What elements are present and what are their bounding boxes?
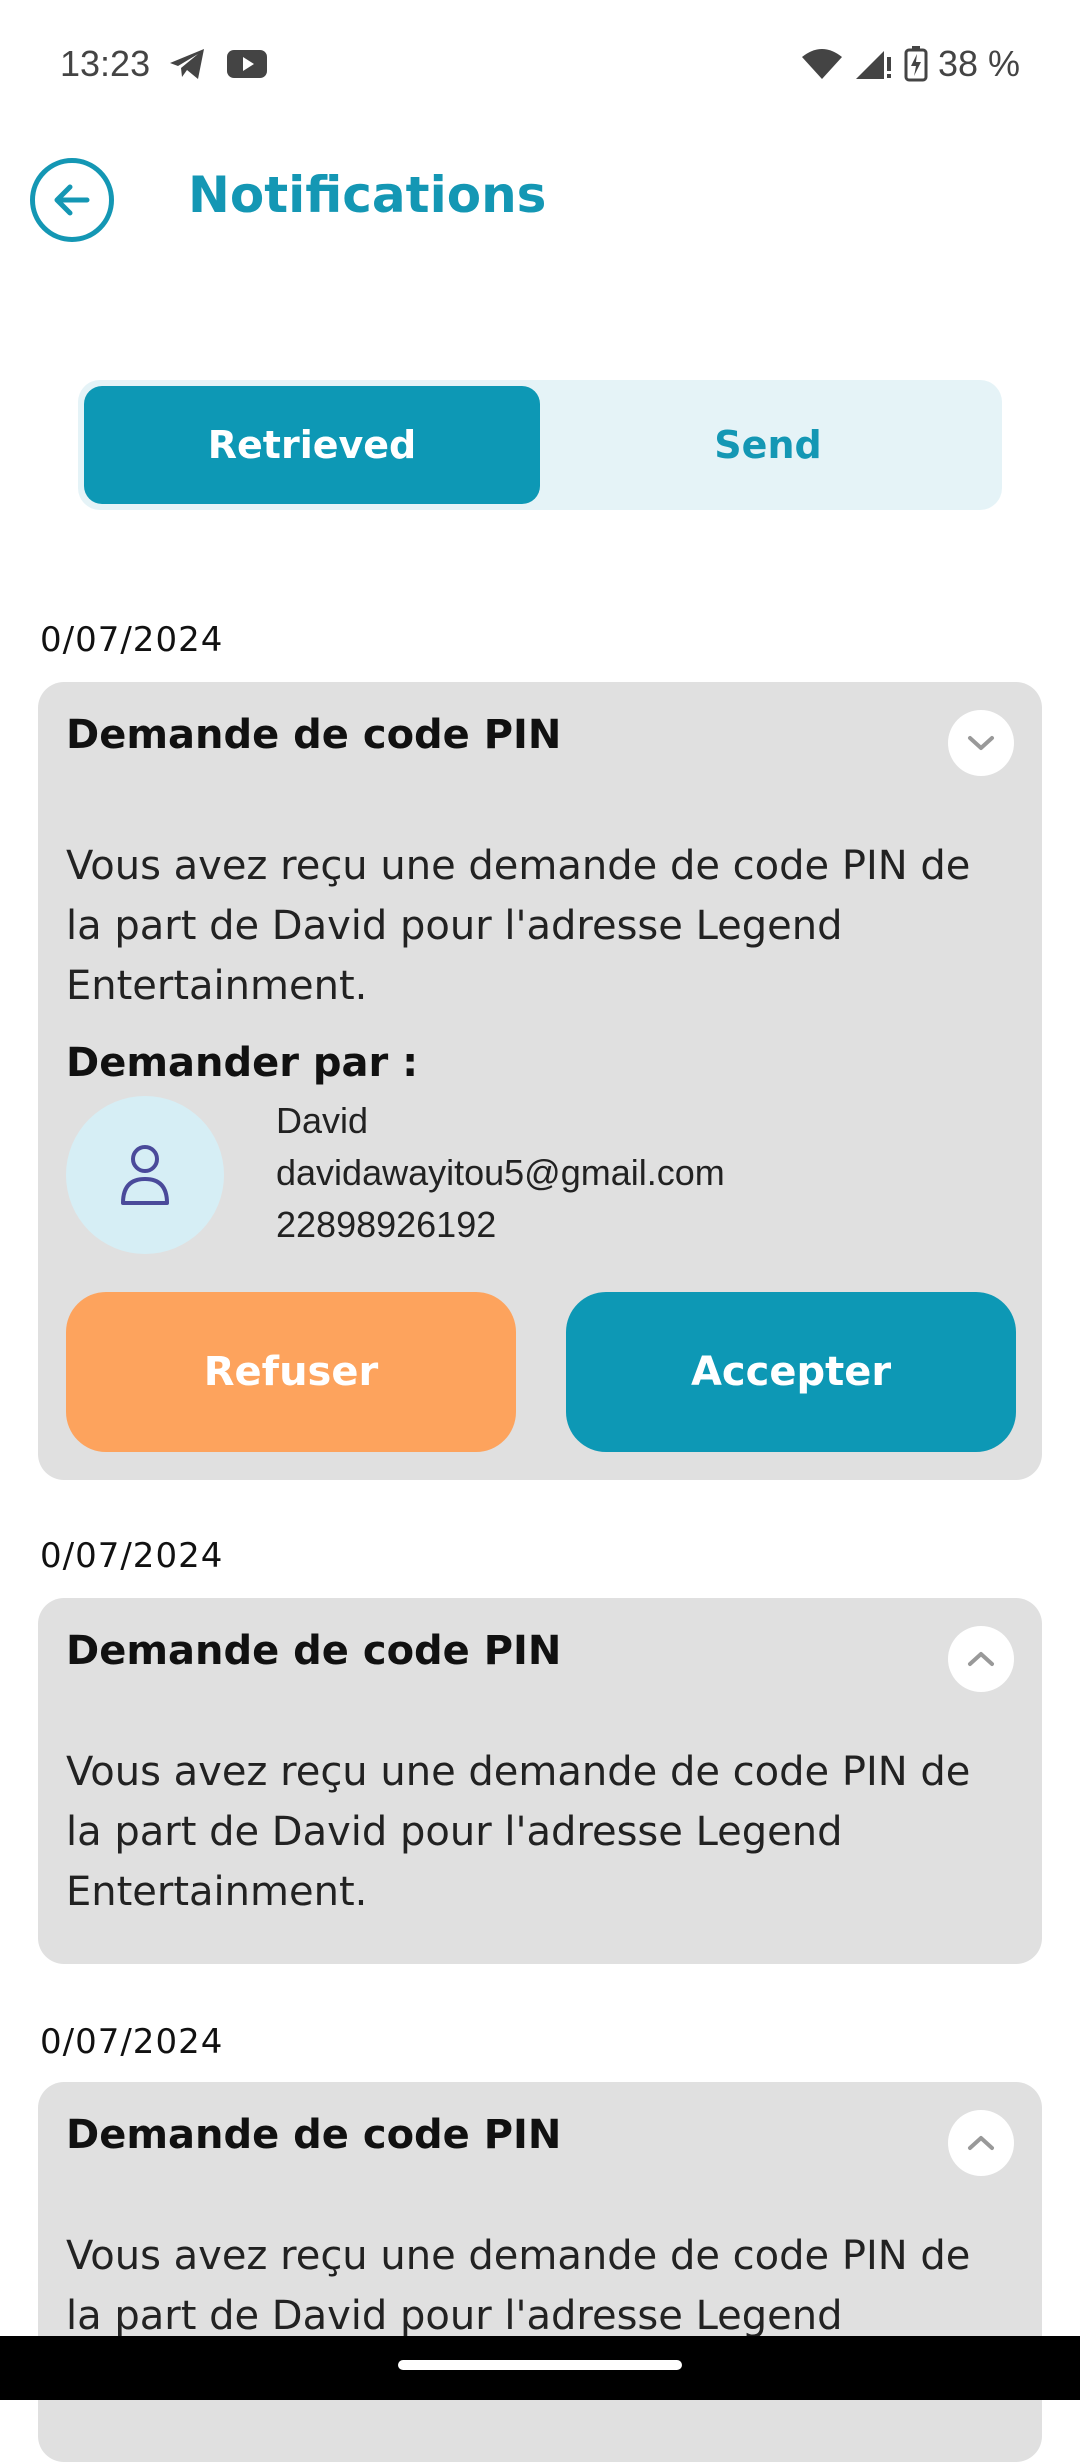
expand-button[interactable] xyxy=(948,2110,1014,2176)
accept-button[interactable]: Accepter xyxy=(566,1292,1016,1452)
tab-send[interactable]: Send xyxy=(540,386,996,504)
battery-charging-icon xyxy=(904,46,928,82)
collapse-button[interactable] xyxy=(948,710,1014,776)
telegram-icon xyxy=(168,46,208,82)
arrow-left-icon xyxy=(49,177,95,223)
notification-title: Demande de code PIN xyxy=(66,2112,562,2158)
refuse-button[interactable]: Refuser xyxy=(66,1292,516,1452)
notification-date: 0/07/2024 xyxy=(40,620,224,660)
requester-name: David xyxy=(276,1100,369,1141)
back-button[interactable] xyxy=(30,158,114,242)
expand-button[interactable] xyxy=(948,1626,1014,1692)
requested-by-label: Demander par : xyxy=(66,1040,419,1086)
notification-title: Demande de code PIN xyxy=(66,1628,562,1674)
notification-card[interactable]: Demande de code PIN Vous avez reçu une d… xyxy=(38,2082,1042,2462)
signal-icon xyxy=(854,47,894,81)
avatar xyxy=(66,1096,224,1254)
chevron-up-icon xyxy=(966,1649,996,1669)
notification-message: Vous avez reçu une demande de code PIN d… xyxy=(66,1749,971,1915)
tab-retrieved[interactable]: Retrieved xyxy=(84,386,540,504)
requester-phone: 22898926192 xyxy=(276,1204,497,1245)
wifi-icon xyxy=(800,47,844,81)
notification-card[interactable]: Demande de code PIN Vous avez reçu une d… xyxy=(38,682,1042,1480)
status-time: 13:23 xyxy=(60,43,151,84)
notification-message: Vous avez reçu une demande de code PIN d… xyxy=(66,843,971,1009)
header: Notifications xyxy=(0,150,1080,252)
home-gesture-handle[interactable] xyxy=(398,2360,682,2370)
page-title: Notifications xyxy=(188,166,547,224)
notification-title: Demande de code PIN xyxy=(66,712,562,758)
system-nav-bar xyxy=(0,2336,1080,2400)
status-right: 38 % xyxy=(800,43,1020,85)
chevron-up-icon xyxy=(966,2133,996,2153)
notification-card[interactable]: Demande de code PIN Vous avez reçu une d… xyxy=(38,1598,1042,1964)
requester-email: davidawayitou5@gmail.com xyxy=(276,1152,725,1193)
notification-date: 0/07/2024 xyxy=(40,2022,224,2062)
status-bar: 13:23 38 % xyxy=(0,0,1080,128)
battery-percent: 38 % xyxy=(937,43,1020,84)
youtube-icon xyxy=(226,48,268,80)
chevron-down-icon xyxy=(966,733,996,753)
status-left: 13:23 xyxy=(60,43,268,85)
tab-switcher: Retrieved Send xyxy=(78,380,1002,510)
user-icon xyxy=(117,1143,173,1207)
notification-date: 0/07/2024 xyxy=(40,1536,224,1576)
